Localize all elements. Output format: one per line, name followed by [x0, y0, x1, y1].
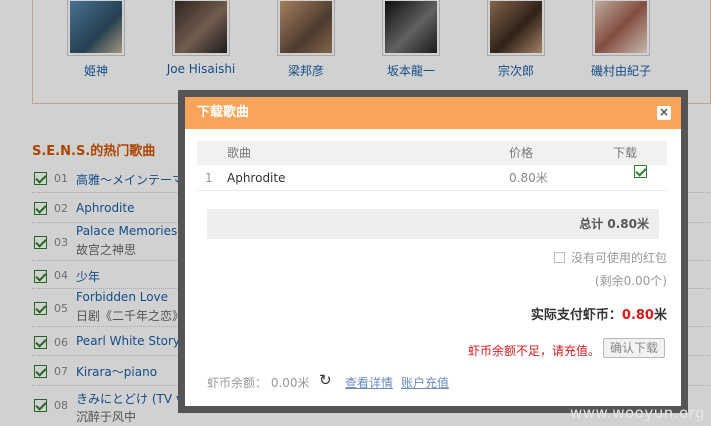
watermark: www.wooyun.org — [570, 404, 706, 422]
red-packet-label: 没有可使用的红包 — [570, 251, 667, 265]
confirm-download-button[interactable]: 确认下载 — [603, 338, 665, 358]
dialog-title: 下载歌曲 — [197, 105, 250, 120]
song-table-row: 1 Aphrodite 0.80米 — [197, 165, 667, 191]
row-song-name: Aphrodite — [227, 171, 286, 185]
actual-payment-label: 实际支付虾币： — [530, 308, 622, 323]
actual-payment: 实际支付虾币：0.80米 — [531, 304, 667, 323]
actual-payment-amount: 0.80 — [621, 308, 654, 323]
view-details-link[interactable]: 查看详情 — [345, 374, 393, 391]
balance-text: 虾币余额： 0.00米 — [207, 376, 310, 390]
close-icon[interactable]: × — [657, 106, 671, 120]
insufficient-balance-warning: 虾币余额不足，请充值。 — [468, 344, 601, 358]
download-dialog: 下载歌曲 × 歌曲 价格 下载 1 Aphrodite 0.80米 总计 0.8… — [185, 97, 681, 406]
actual-payment-unit: 米 — [653, 308, 667, 323]
dialog-header: 下载歌曲 × — [185, 97, 681, 129]
song-table-header: 歌曲 价格 下载 — [197, 141, 667, 165]
red-packet-option: 没有可使用的红包 — [553, 249, 667, 266]
column-download: 下载 — [613, 146, 638, 160]
column-song: 歌曲 — [227, 146, 252, 160]
column-price: 价格 — [509, 146, 534, 160]
total-bar: 总计 0.80米 — [207, 209, 659, 239]
recharge-link[interactable]: 账户充值 — [401, 374, 449, 391]
download-dialog-frame: 下载歌曲 × 歌曲 价格 下载 1 Aphrodite 0.80米 总计 0.8… — [178, 90, 688, 413]
red-packet-checkbox[interactable] — [553, 252, 565, 263]
download-checkbox[interactable] — [634, 165, 647, 178]
refresh-icon[interactable]: ↻ — [319, 372, 332, 388]
row-number: 1 — [205, 171, 213, 185]
row-price: 0.80米 — [509, 171, 548, 185]
red-packet-remaining: (剩余0.00个) — [594, 274, 667, 288]
total-amount: 总计 0.80米 — [579, 217, 649, 231]
